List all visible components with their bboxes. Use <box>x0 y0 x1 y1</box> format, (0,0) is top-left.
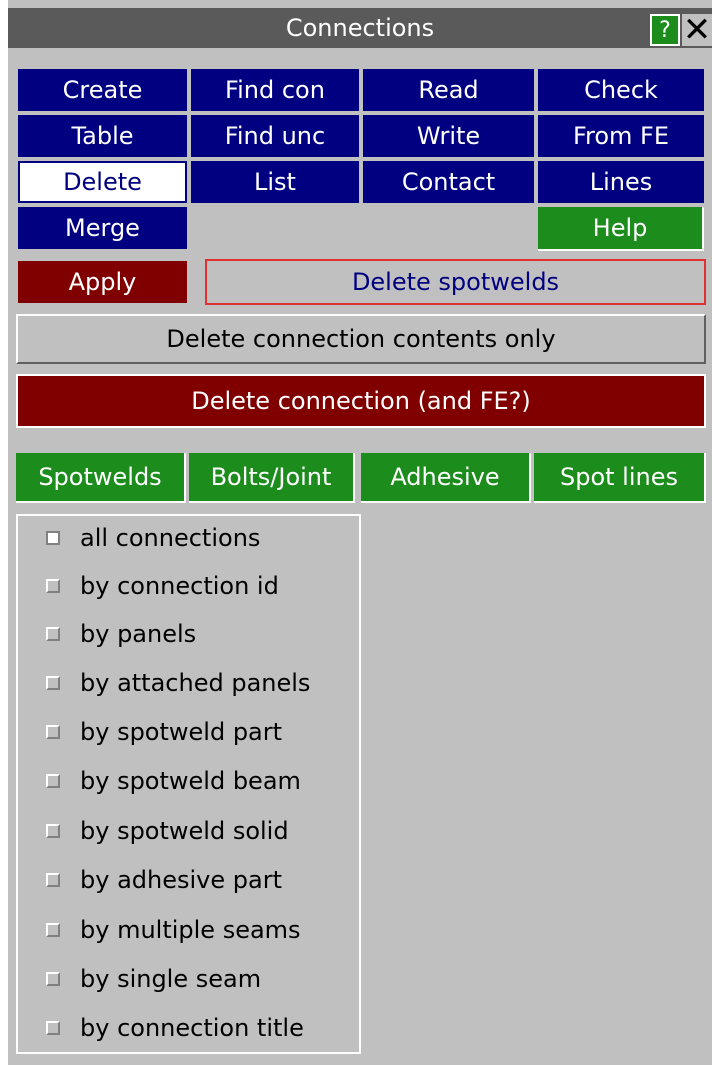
create-button[interactable]: Create <box>18 69 187 111</box>
help-menu-button[interactable]: Help <box>538 207 704 251</box>
option-by-connection-title[interactable]: by connection title <box>46 1008 304 1048</box>
list-button[interactable]: List <box>191 161 359 203</box>
connections-panel: Connections ? ✕ Create Find con Read Che… <box>8 0 712 1065</box>
option-label: all connections <box>80 524 261 552</box>
selection-method-list: all connections by connection id by pane… <box>16 514 361 1054</box>
title-bar: Connections ? ✕ <box>8 8 712 48</box>
option-label: by single seam <box>80 965 262 993</box>
option-by-single-seam[interactable]: by single seam <box>46 959 261 999</box>
write-button[interactable]: Write <box>363 115 534 157</box>
help-button[interactable]: ? <box>650 14 680 46</box>
option-label: by connection id <box>80 572 279 600</box>
checkbox-icon[interactable] <box>46 676 60 690</box>
option-all-connections[interactable]: all connections <box>46 518 260 558</box>
tab-adhesive[interactable]: Adhesive <box>361 453 531 503</box>
option-label: by spotweld part <box>80 718 283 746</box>
checkbox-icon[interactable] <box>46 824 60 838</box>
option-by-adhesive-part[interactable]: by adhesive part <box>46 860 282 900</box>
lines-button[interactable]: Lines <box>538 161 704 203</box>
checkbox-icon[interactable] <box>46 627 60 641</box>
checkbox-icon[interactable] <box>46 725 60 739</box>
option-by-spotweld-solid[interactable]: by spotweld solid <box>46 811 289 851</box>
checkbox-icon[interactable] <box>46 774 60 788</box>
option-by-spotweld-beam[interactable]: by spotweld beam <box>46 761 301 801</box>
option-label: by panels <box>80 620 197 648</box>
tab-spot-lines[interactable]: Spot lines <box>534 453 706 503</box>
checkbox-icon[interactable] <box>46 923 60 937</box>
delete-mode-selector[interactable]: Delete spotwelds <box>205 259 706 305</box>
window-title: Connections <box>285 14 435 42</box>
checkbox-icon[interactable] <box>46 972 60 986</box>
table-button[interactable]: Table <box>18 115 187 157</box>
option-by-attached-panels[interactable]: by attached panels <box>46 663 310 703</box>
apply-button[interactable]: Apply <box>18 261 187 303</box>
tab-spotwelds[interactable]: Spotwelds <box>16 453 186 503</box>
option-label: by multiple seams <box>80 916 301 944</box>
merge-button[interactable]: Merge <box>18 207 187 249</box>
option-label: by connection title <box>80 1014 304 1042</box>
tab-bolts-joint[interactable]: Bolts/Joint <box>189 453 355 503</box>
find-con-button[interactable]: Find con <box>191 69 359 111</box>
delete-connection-button[interactable]: Delete connection (and FE?) <box>16 374 706 428</box>
option-by-spotweld-part[interactable]: by spotweld part <box>46 712 282 752</box>
check-button[interactable]: Check <box>538 69 704 111</box>
find-unc-button[interactable]: Find unc <box>191 115 359 157</box>
contact-button[interactable]: Contact <box>363 161 534 203</box>
option-by-connection-id[interactable]: by connection id <box>46 566 279 606</box>
option-label: by adhesive part <box>80 866 282 894</box>
delete-button[interactable]: Delete <box>18 161 187 203</box>
delete-contents-only-button[interactable]: Delete connection contents only <box>16 314 706 364</box>
close-icon[interactable]: ✕ <box>682 13 712 47</box>
from-fe-button[interactable]: From FE <box>538 115 704 157</box>
option-label: by attached panels <box>80 669 311 697</box>
option-by-multiple-seams[interactable]: by multiple seams <box>46 910 301 950</box>
checkbox-icon[interactable] <box>46 579 60 593</box>
checkbox-icon[interactable] <box>46 531 60 545</box>
option-by-panels[interactable]: by panels <box>46 614 196 654</box>
option-label: by spotweld beam <box>80 767 301 795</box>
checkbox-icon[interactable] <box>46 873 60 887</box>
checkbox-icon[interactable] <box>46 1021 60 1035</box>
read-button[interactable]: Read <box>363 69 534 111</box>
option-label: by spotweld solid <box>80 817 289 845</box>
